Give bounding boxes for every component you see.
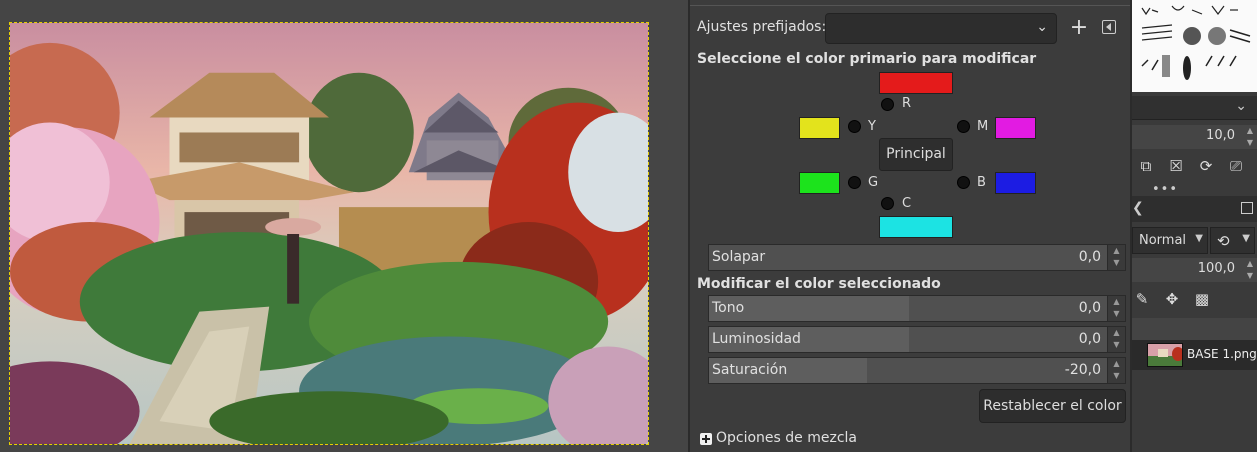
image-canvas-area[interactable] — [0, 0, 688, 452]
principal-button[interactable]: Principal — [879, 138, 953, 171]
overlap-value: 0,0 — [1078, 249, 1101, 265]
reset-color-button[interactable]: Restablecer el color — [979, 389, 1126, 423]
hue-slider[interactable]: Tono 0,0 ▲ ▼ — [708, 295, 1126, 322]
undo-icon: ⟲ — [1217, 232, 1230, 250]
layer-thumbnail — [1147, 343, 1183, 367]
refresh-icon[interactable]: ⟳ — [1198, 158, 1214, 174]
brush-combo[interactable]: ⌄ — [1132, 96, 1257, 120]
chevron-down-icon: ▼ — [1242, 233, 1250, 244]
swatch-blue — [995, 172, 1036, 194]
lock-row: ✎ ✥ ▩ — [1132, 287, 1257, 313]
chevron-down-icon: ⌄ — [1036, 19, 1048, 35]
brush-size-value: 10,0 — [1206, 128, 1235, 143]
radio-green-label: G — [868, 175, 879, 190]
modify-heading: Modificar el color seleccionado — [697, 276, 941, 292]
saturation-label: Saturación — [712, 362, 788, 378]
chevron-down-icon: ▼ — [1195, 233, 1203, 244]
composite-mode-button[interactable]: ⟲ ▼ — [1210, 227, 1255, 254]
lightness-label: Luminosidad — [712, 331, 801, 347]
hue-value: 0,0 — [1078, 300, 1101, 316]
radio-yellow[interactable] — [848, 120, 861, 133]
swatch-red — [879, 72, 953, 94]
swatch-yellow — [799, 117, 840, 139]
open-as-image-icon[interactable]: ⎚ — [1228, 158, 1244, 174]
saturation-spin-arrows[interactable]: ▲ ▼ — [1107, 358, 1125, 383]
radio-cyan-label: C — [902, 196, 912, 211]
radio-red[interactable] — [881, 98, 894, 111]
right-dock: ⌄ 10,0 ▲ ▼ ⧉ ☒ ⟳ ⎚ ••• ❮ Normal ▼ ⟲ ▼ 100… — [1132, 0, 1257, 452]
layers-list-header — [1132, 318, 1257, 340]
saturation-slider[interactable]: Saturación -20,0 ▲ ▼ — [708, 357, 1126, 384]
lock-pixels-icon[interactable]: ✎ — [1134, 291, 1150, 307]
radio-magenta-label: M — [977, 119, 989, 134]
layers-tab-bar[interactable]: ❮ — [1132, 196, 1257, 222]
blend-options-label[interactable]: Opciones de mezcla — [716, 430, 857, 446]
garden-painting-image — [10, 23, 648, 444]
hue-saturation-dialog: Ajustes prefijados: ⌄ + Seleccione el co… — [688, 0, 1132, 452]
layer-mode-combo[interactable]: Normal ▼ — [1132, 227, 1208, 254]
layer-thumbnail-image — [1148, 344, 1182, 366]
radio-blue-label: B — [977, 175, 986, 190]
menu-arrow-icon[interactable] — [1102, 20, 1116, 34]
lightness-value: 0,0 — [1078, 331, 1101, 347]
image-canvas[interactable] — [9, 22, 649, 445]
select-primary-heading: Seleccione el color primario para modifi… — [697, 51, 1037, 67]
lightness-slider[interactable]: Luminosidad 0,0 ▲ ▼ — [708, 326, 1126, 353]
duplicate-icon[interactable]: ⧉ — [1138, 158, 1154, 174]
layers-tab-icon[interactable]: ❮ — [1132, 200, 1144, 216]
lock-alpha-icon[interactable]: ▩ — [1194, 291, 1210, 307]
tab-menu-icon[interactable] — [1241, 202, 1253, 214]
radio-red-label: R — [902, 96, 912, 111]
radio-green[interactable] — [848, 176, 861, 189]
presets-label: Ajustes prefijados: — [697, 19, 827, 35]
brush-preview[interactable] — [1132, 0, 1257, 92]
layer-opacity-field[interactable]: 100,0 ▲ ▼ — [1132, 258, 1257, 282]
radio-magenta[interactable] — [957, 120, 970, 133]
dialog-titlebar — [690, 0, 1130, 6]
layer-row[interactable]: BASE 1.png — [1132, 340, 1257, 370]
overlap-label: Solapar — [712, 249, 766, 265]
layer-opacity-value: 100,0 — [1197, 261, 1235, 276]
chevron-down-icon: ⌄ — [1235, 98, 1247, 114]
opacity-spin-arrows[interactable]: ▲ ▼ — [1247, 258, 1253, 282]
layer-name: BASE 1.png — [1187, 347, 1257, 361]
swatch-green — [799, 172, 840, 194]
radio-cyan[interactable] — [881, 197, 894, 210]
brush-tool-row: ⧉ ☒ ⟳ ⎚ — [1132, 154, 1257, 178]
swatch-magenta — [995, 117, 1036, 139]
brush-size-field[interactable]: 10,0 ▲ ▼ — [1132, 125, 1257, 149]
dock-grip-icon[interactable]: ••• — [1152, 182, 1178, 197]
delete-icon[interactable]: ☒ — [1168, 158, 1184, 174]
hue-spin-arrows[interactable]: ▲ ▼ — [1107, 296, 1125, 321]
presets-combo[interactable]: ⌄ — [825, 13, 1057, 44]
radio-blue[interactable] — [957, 176, 970, 189]
overlap-spin-arrows[interactable]: ▲ ▼ — [1107, 245, 1125, 270]
lightness-spin-arrows[interactable]: ▲ ▼ — [1107, 327, 1125, 352]
saturation-value: -20,0 — [1064, 362, 1101, 378]
lock-position-icon[interactable]: ✥ — [1164, 291, 1180, 307]
swatch-cyan — [879, 216, 953, 238]
brushes-grid-image — [1141, 5, 1251, 80]
plus-icon[interactable]: + — [1069, 15, 1089, 41]
overlap-slider[interactable]: Solapar 0,0 ▲ ▼ — [708, 244, 1126, 271]
radio-yellow-label: Y — [868, 119, 876, 134]
hue-label: Tono — [712, 300, 745, 316]
expander-plus-icon[interactable] — [700, 433, 712, 445]
layer-mode-value: Normal — [1139, 233, 1187, 248]
brush-size-spin-arrows[interactable]: ▲ ▼ — [1247, 125, 1253, 149]
